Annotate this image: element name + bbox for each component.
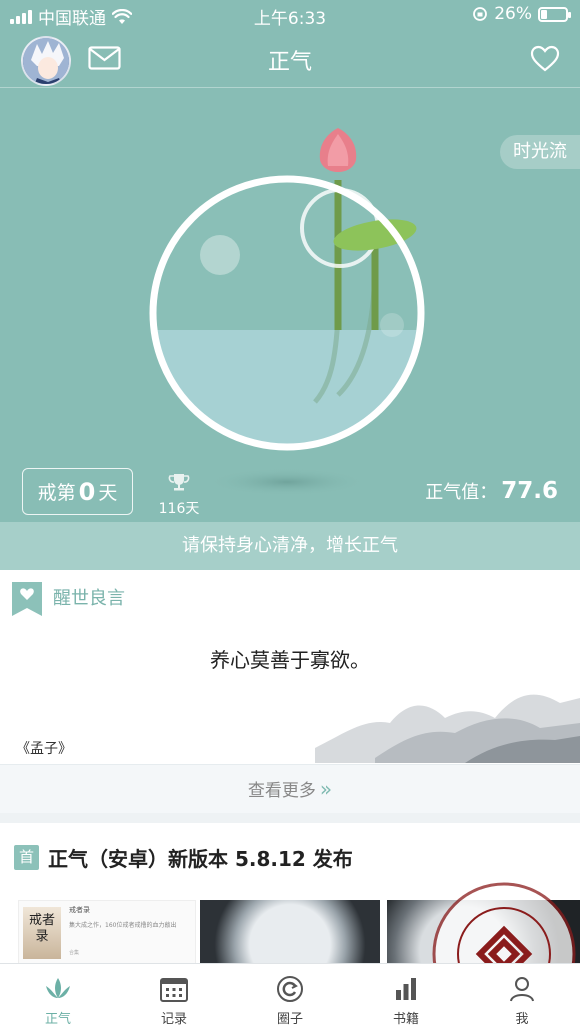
bottom-tab-bar: 正气 记录 圈子 书籍 我 <box>0 963 580 1031</box>
news-thumbnail-photo[interactable] <box>200 900 380 964</box>
headline-badge: 首 <box>14 845 39 870</box>
tab-label: 圈子 <box>276 1012 303 1027</box>
battery-level <box>541 9 548 19</box>
tab-me[interactable]: 我 <box>464 964 580 1031</box>
streak-days-button[interactable]: 戒第 0 天 <box>22 468 133 515</box>
streak-prefix: 戒第 <box>37 482 76 504</box>
trophy-icon <box>168 474 190 491</box>
battery-percent: 26% <box>494 4 532 24</box>
time-flow-button[interactable]: 时光流 <box>500 135 580 169</box>
wisdom-source: 《孟子》 <box>16 741 72 757</box>
page-title: 正气 <box>267 50 312 75</box>
slogan-banner: 请保持身心清净，增长正气 <box>0 522 580 570</box>
status-bar: 中国联通 上午6:33 26% <box>0 0 580 30</box>
section-divider <box>0 813 580 823</box>
news-title[interactable]: 正气（安卓）新版本 5.8.12 发布 <box>48 843 353 872</box>
energy-value: 77.6 <box>501 478 558 504</box>
tab-zhengqi[interactable]: 正气 <box>0 964 116 1031</box>
best-record[interactable]: 116天 <box>158 472 200 518</box>
mountain-painting <box>315 694 580 763</box>
hero-section: 中国联通 上午6:33 26% 正气 时光流 戒第 0 天 116天 正气值： … <box>0 0 580 570</box>
battery-icon <box>538 6 571 22</box>
thumb-title: 戒者录 <box>69 906 90 914</box>
see-more-button[interactable]: 查看更多» <box>0 764 580 813</box>
profile-icon <box>510 977 534 1002</box>
refresh-circle-icon <box>277 976 303 1002</box>
tab-label: 我 <box>515 1012 529 1027</box>
tab-record[interactable]: 记录 <box>116 964 232 1031</box>
tab-label: 书籍 <box>392 1012 419 1027</box>
wisdom-header: 醒世良言 <box>53 588 125 609</box>
tab-label: 记录 <box>160 1012 187 1027</box>
heart-icon[interactable] <box>530 45 560 73</box>
lotus-icon <box>46 978 70 998</box>
tab-books[interactable]: 书籍 <box>348 964 464 1031</box>
streak-count: 0 <box>78 477 96 506</box>
thumb-meta: 合集 <box>69 950 80 956</box>
energy-label: 正气值： <box>425 482 498 503</box>
calendar-icon <box>160 978 188 1002</box>
tab-label: 正气 <box>44 1012 71 1027</box>
bookmark-heart-icon <box>12 582 42 616</box>
tab-circle[interactable]: 圈子 <box>232 964 348 1031</box>
wisdom-card: 醒世良言 养心莫善于寡欲。 《孟子》 查看更多» <box>0 578 580 813</box>
book-cover: 戒者录 <box>23 907 61 959</box>
best-days: 116天 <box>158 501 200 517</box>
nav-bar: 正气 <box>0 30 580 88</box>
wisdom-quote: 养心莫善于寡欲。 <box>210 648 370 672</box>
energy-value-display: 正气值： 77.6 <box>425 478 558 504</box>
double-chevron-right-icon: » <box>319 777 333 801</box>
lotus-globe[interactable] <box>140 120 440 500</box>
thumb-description: 集大成之作，160位戒者戒撸的血力敲出 <box>69 922 177 929</box>
news-thumbnail-book[interactable]: 戒者录 戒者录 集大成之作，160位戒者戒撸的血力敲出 合集 <box>18 900 196 964</box>
orientation-lock-icon <box>473 7 488 21</box>
streak-suffix: 天 <box>98 482 118 504</box>
bar-chart-icon <box>396 978 416 1000</box>
see-more-label: 查看更多 <box>247 781 316 801</box>
